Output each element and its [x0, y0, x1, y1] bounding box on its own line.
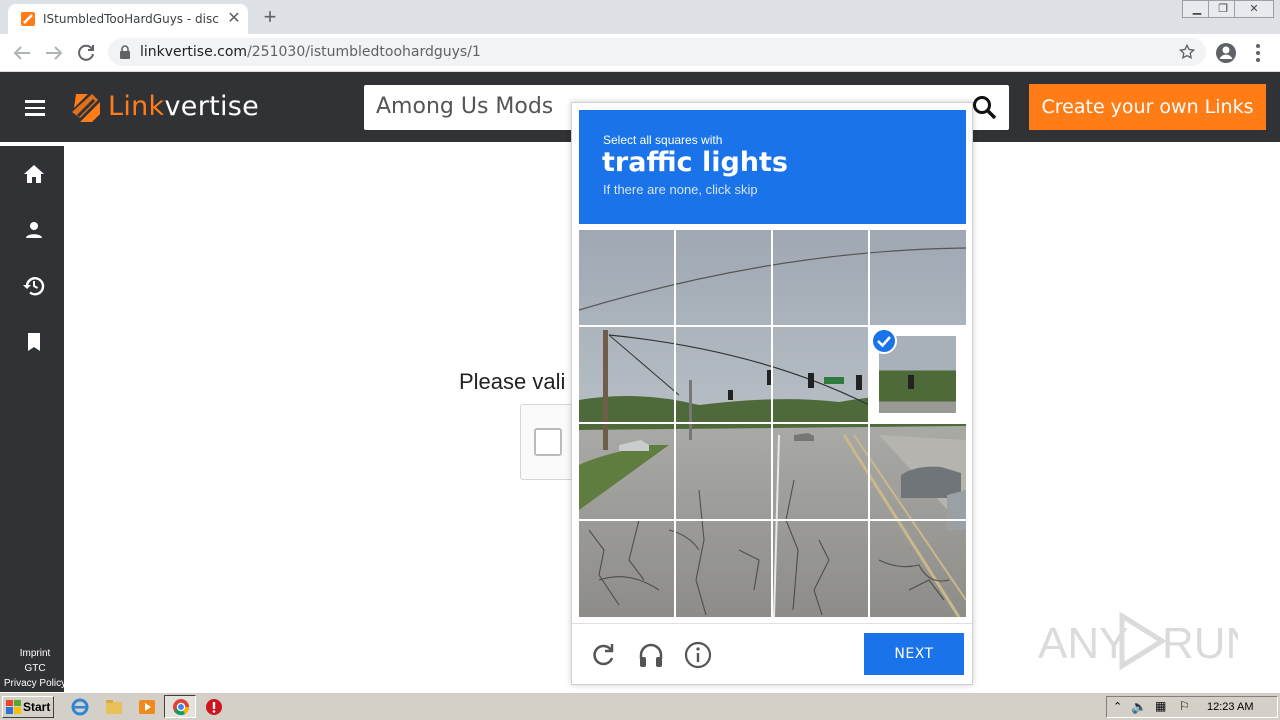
url-text: linkvertise.com/251030/istumbledtoohardg… [140, 44, 481, 60]
watermark-right: RUN [1162, 619, 1238, 668]
logo-prefix: Link [108, 91, 165, 122]
tab-close-icon[interactable]: ✕ [224, 9, 244, 29]
sidebar-footer-links: Imprint GTC Privacy Policy [0, 646, 70, 691]
address-bar[interactable]: linkvertise.com/251030/istumbledtoohardg… [108, 38, 1206, 66]
site-logo-text[interactable]: Linkvertise [108, 91, 259, 122]
anyrun-watermark: ANY RUN [1038, 608, 1257, 674]
action-center-flag-icon[interactable]: ⚐ [1179, 699, 1190, 713]
browser-tab[interactable]: IStumbledTooHardGuys - discord.gg ✕ [8, 4, 248, 34]
info-icon[interactable] [684, 641, 712, 669]
close-window-icon[interactable]: ✕ [1234, 0, 1274, 18]
url-path: /251030/istumbledtoohardguys/1 [247, 44, 481, 60]
captcha-target: traffic lights [602, 147, 788, 178]
taskbar-clock[interactable]: 12:23 AM [1207, 701, 1253, 713]
file-explorer-icon[interactable] [104, 697, 124, 717]
reload-icon[interactable] [74, 41, 98, 65]
next-button[interactable]: NEXT [864, 633, 964, 675]
captcha-hint: If there are none, click skip [603, 182, 758, 197]
refresh-icon[interactable] [589, 641, 617, 669]
start-label: Start [23, 700, 51, 714]
selected-tile-traffic-light [908, 375, 914, 389]
lock-icon [120, 45, 130, 59]
watermark-left: ANY [1038, 619, 1128, 668]
new-tab-icon[interactable]: + [258, 6, 282, 30]
captcha-image-grid [579, 230, 966, 617]
captcha-header: Select all squares with traffic lights I… [579, 110, 966, 224]
captcha-instruction: Select all squares with [603, 133, 723, 147]
gtc-link[interactable]: GTC [0, 661, 70, 676]
privacy-policy-link[interactable]: Privacy Policy [0, 676, 70, 691]
tab-title: IStumbledTooHardGuys - discord.gg [43, 12, 219, 26]
bookmark-icon[interactable] [22, 330, 46, 354]
captcha-checkbox[interactable] [534, 428, 562, 456]
system-tray: ⌃ 🔈 ▦ ⚐ 12:23 AM [1106, 696, 1278, 718]
imprint-link[interactable]: Imprint [0, 646, 70, 661]
tile-selected-check-icon [871, 328, 897, 354]
chrome-taskbar-button[interactable] [164, 695, 196, 718]
browser-menu-icon[interactable] [1250, 41, 1266, 65]
browser-tab-strip: IStumbledTooHardGuys - discord.gg ✕ + ▁ … [0, 0, 1280, 34]
bookmark-star-icon[interactable] [1178, 43, 1196, 61]
create-links-button[interactable]: Create your own Links [1029, 84, 1266, 130]
start-button[interactable]: Start [2, 696, 54, 718]
browser-toolbar: linkvertise.com/251030/istumbledtoohardg… [0, 34, 1280, 72]
search-icon[interactable] [972, 95, 998, 121]
logo-suffix: vertise [164, 91, 260, 122]
validate-prompt: Please vali [459, 369, 566, 394]
audio-icon[interactable] [637, 641, 665, 669]
captcha-divider [572, 623, 972, 624]
network-icon[interactable]: ▦ [1155, 699, 1166, 713]
hamburger-menu-icon[interactable] [25, 100, 47, 116]
back-icon[interactable] [10, 41, 34, 65]
history-icon[interactable] [22, 274, 46, 298]
street-scene-image [579, 230, 966, 617]
captcha-challenge: Select all squares with traffic lights I… [571, 102, 973, 685]
linkvertise-favicon-icon [21, 12, 35, 26]
url-host: linkvertise.com [140, 44, 248, 60]
profile-icon[interactable] [1214, 41, 1238, 65]
windows-taskbar: Start ⌃ 🔈 ▦ ⚐ 12:23 AM [0, 692, 1280, 720]
user-icon[interactable] [22, 218, 46, 242]
site-search-input[interactable]: Among Us Mods [376, 94, 553, 119]
media-player-icon[interactable] [137, 697, 157, 717]
forward-icon[interactable] [42, 41, 66, 65]
volume-icon[interactable]: 🔈 [1131, 699, 1147, 715]
home-icon[interactable] [22, 162, 46, 186]
linkvertise-logo-icon[interactable] [70, 92, 102, 124]
opera-icon[interactable] [204, 697, 224, 717]
chrome-icon [173, 699, 190, 716]
windows-logo-icon [6, 700, 21, 714]
internet-explorer-icon[interactable] [70, 697, 90, 717]
tray-expand-icon[interactable]: ⌃ [1113, 700, 1122, 713]
site-sidebar: Imprint GTC Privacy Policy [0, 146, 66, 692]
